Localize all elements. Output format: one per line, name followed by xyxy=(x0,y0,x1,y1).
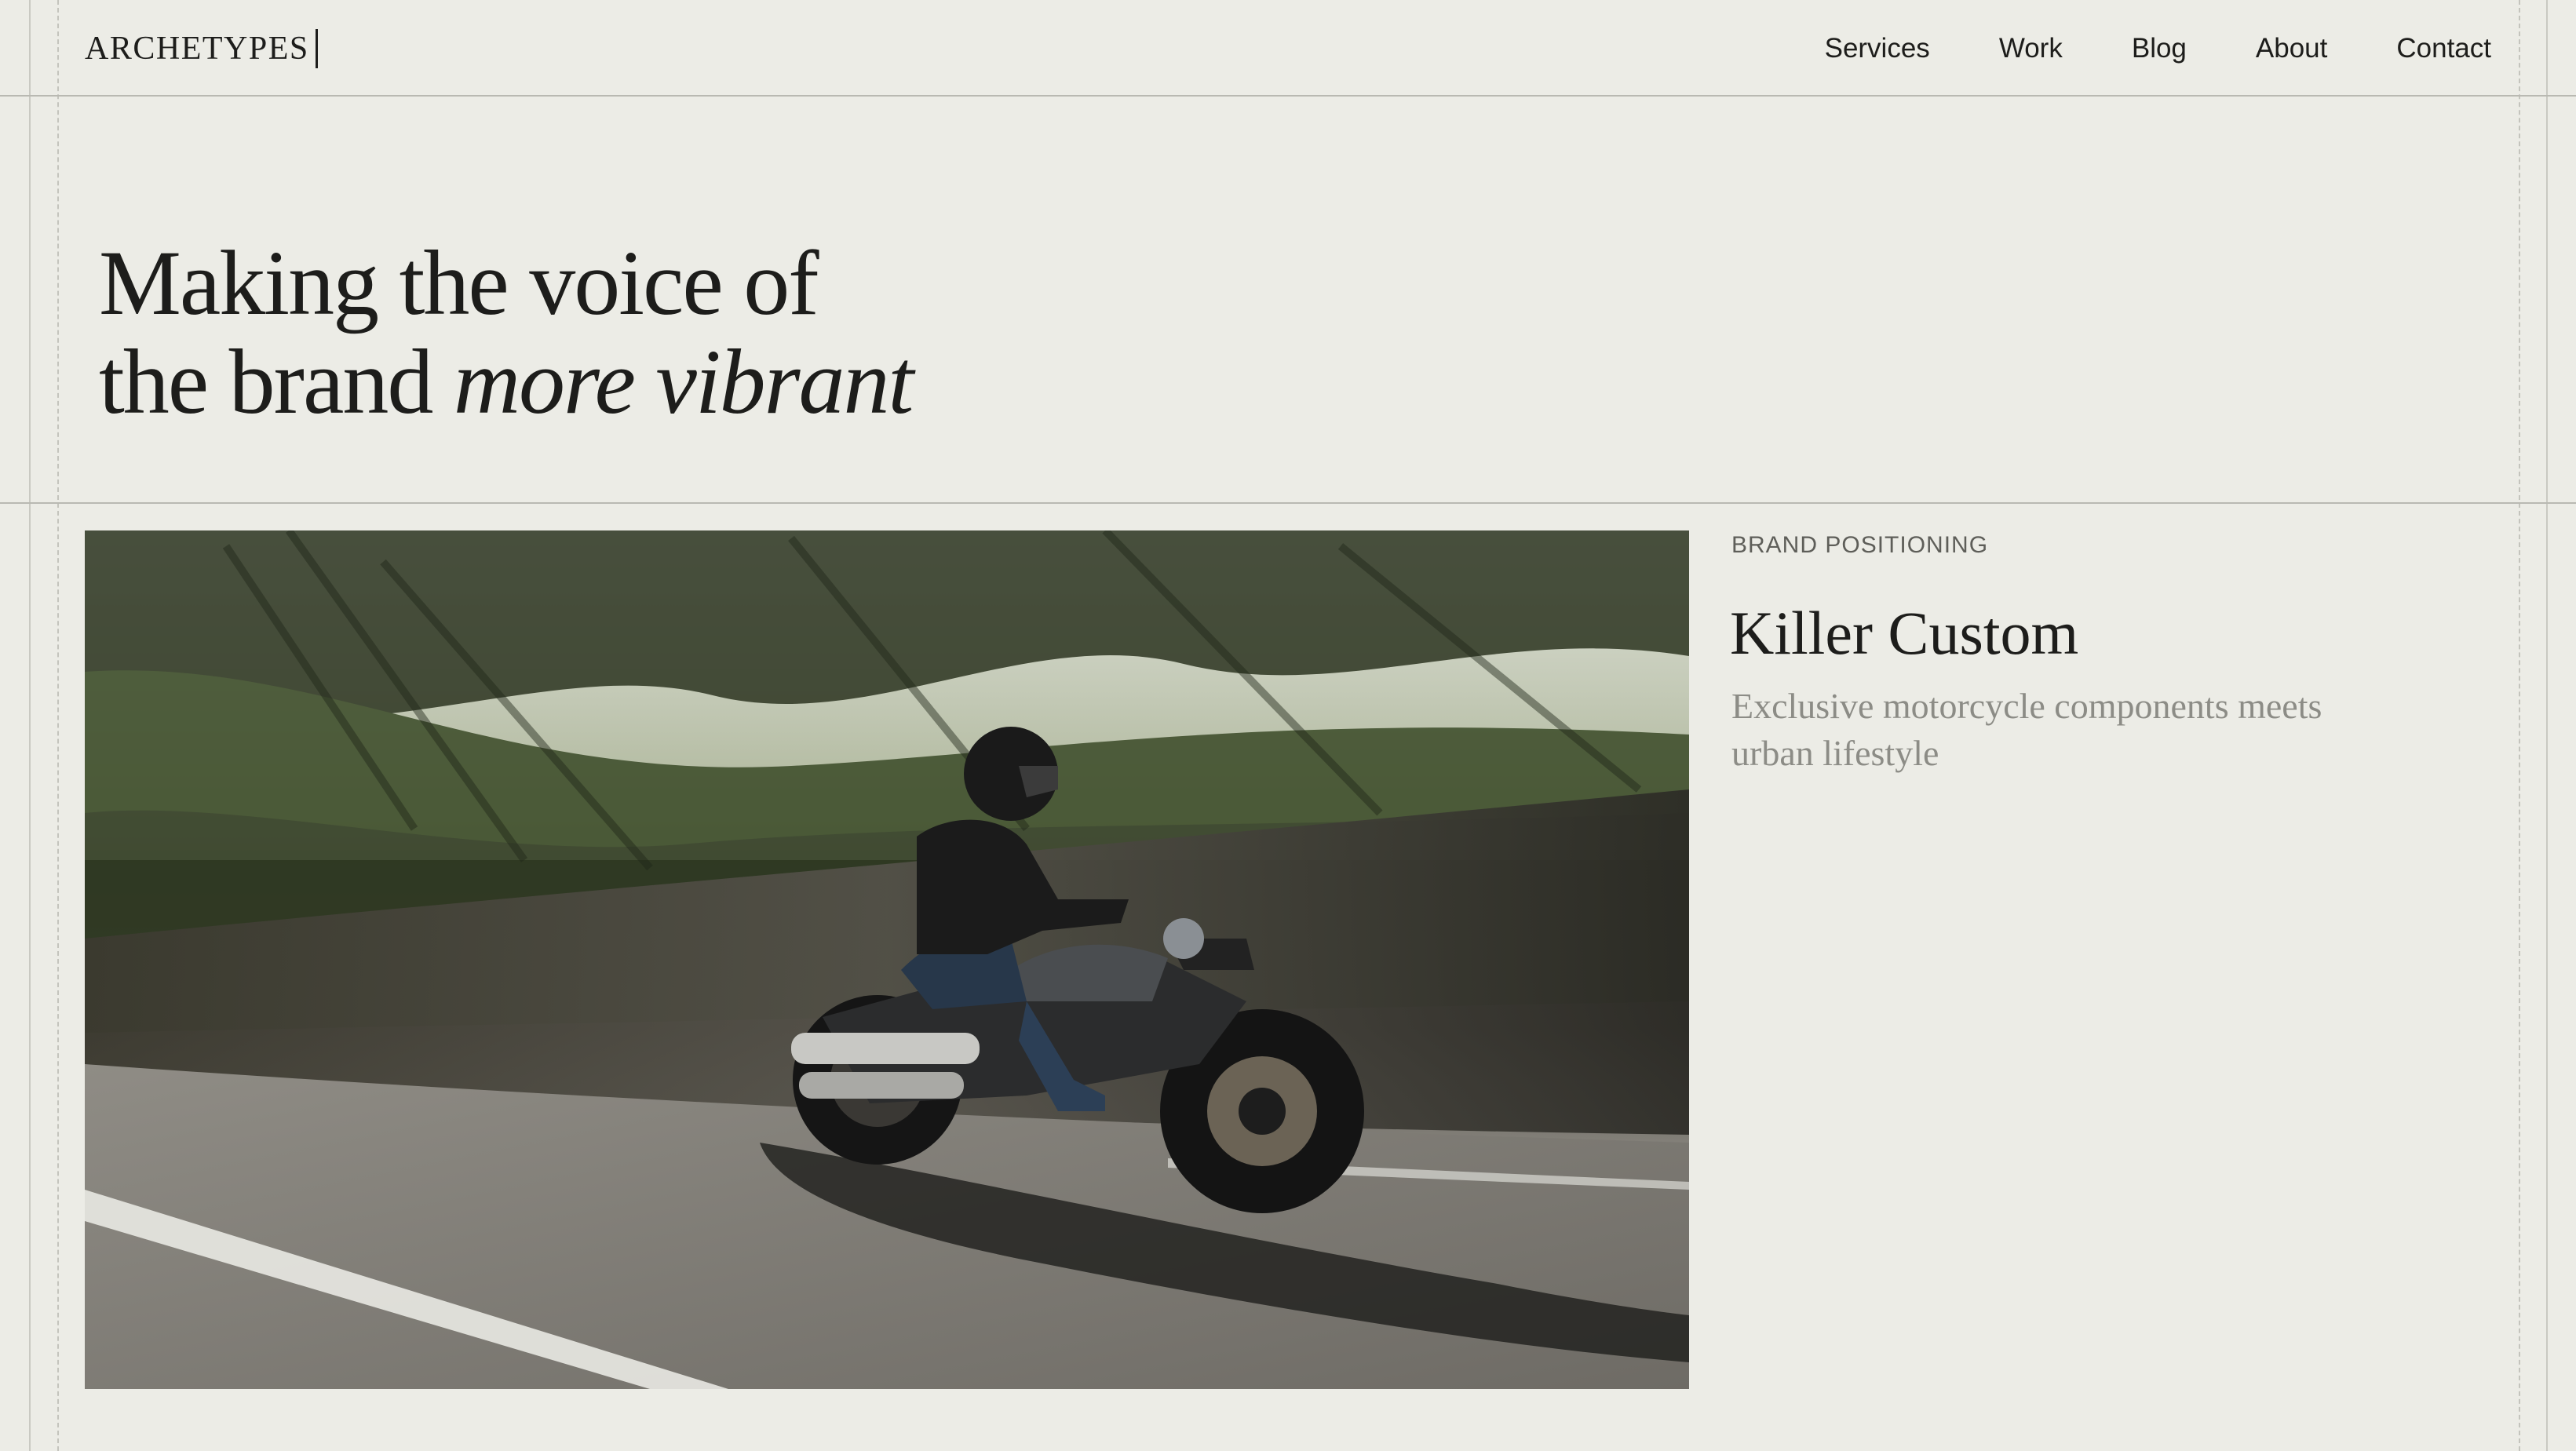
motorcycle-rider-photo[interactable] xyxy=(85,530,1689,1389)
case-category: BRAND POSITIONING xyxy=(1731,532,1989,558)
case-title[interactable]: Killer Custom xyxy=(1730,598,2078,669)
case-description: Exclusive motorcycle components meets ur… xyxy=(1731,686,2322,773)
right-inner-guide xyxy=(2519,0,2520,1451)
site-header: ARCHETYPES Services Work Blog About Cont… xyxy=(0,0,2576,96)
photo-illustration xyxy=(85,530,1689,1389)
hero-divider xyxy=(0,502,2576,504)
hero-line-1: Making the voice of xyxy=(99,232,819,334)
hero-line-2-italic: more vibrant xyxy=(453,330,914,433)
nav-work[interactable]: Work xyxy=(1999,33,2063,64)
logo-text: ARCHETYPES xyxy=(85,31,309,67)
hero-line-2: the brand more vibrant xyxy=(99,330,914,433)
left-outer-guide xyxy=(29,0,31,1451)
nav-contact[interactable]: Contact xyxy=(2396,33,2491,64)
logo-cursor xyxy=(315,29,318,68)
nav-services[interactable]: Services xyxy=(1825,33,1930,64)
hero-title: Making the voice of the brand more vibra… xyxy=(99,232,914,433)
nav-about[interactable]: About xyxy=(2256,33,2327,64)
nav-blog[interactable]: Blog xyxy=(2132,33,2187,64)
right-outer-guide xyxy=(2546,0,2548,1451)
hero-line-2-plain: the brand xyxy=(99,330,454,433)
main-nav: Services Work Blog About Contact xyxy=(1825,28,2491,69)
left-inner-guide xyxy=(57,0,59,1451)
logo-link[interactable]: ARCHETYPES xyxy=(85,28,318,69)
